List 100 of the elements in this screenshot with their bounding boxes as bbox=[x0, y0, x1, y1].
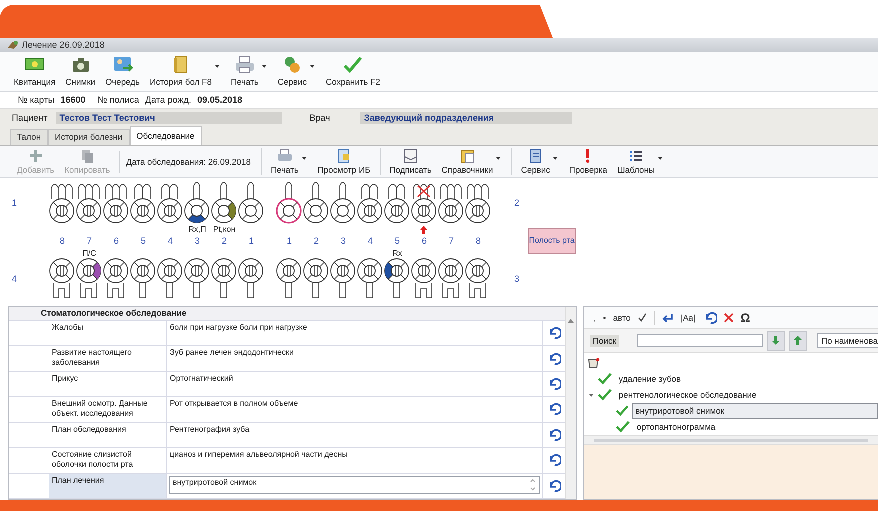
tooth-label: Pt,кон bbox=[213, 224, 236, 234]
arrow-up-icon bbox=[794, 336, 802, 345]
patient-name: Тестов Тест Тестович bbox=[56, 112, 282, 124]
tooth-number: 7 bbox=[448, 236, 455, 246]
caret-icon[interactable] bbox=[552, 156, 560, 161]
field-label: Развитие настоящего заболевания bbox=[49, 346, 167, 371]
tree-item[interactable]: удаление зубов bbox=[614, 371, 686, 387]
tooth-drawing[interactable] bbox=[49, 258, 75, 300]
enter-icon[interactable] bbox=[662, 312, 674, 322]
tooth-number: 1 bbox=[286, 236, 293, 246]
insert-button[interactable]: , bbox=[594, 312, 596, 322]
toolbar-button[interactable]: Подписать bbox=[380, 148, 437, 175]
tab[interactable]: Талон bbox=[10, 129, 48, 145]
tooth-drawing[interactable] bbox=[103, 258, 129, 300]
caret-icon[interactable] bbox=[214, 64, 221, 69]
tooth-number: 6 bbox=[112, 236, 120, 246]
toolbar-button[interactable]: Шаблоны bbox=[612, 148, 670, 175]
spin-icon bbox=[530, 478, 536, 492]
tab[interactable]: История болезни bbox=[48, 129, 130, 145]
tooth-number: 1 bbox=[248, 236, 255, 246]
tooth-drawing[interactable] bbox=[130, 258, 156, 300]
tooth-number: 2 bbox=[220, 236, 228, 246]
toolbar-button[interactable]: Сервис bbox=[274, 55, 320, 87]
close-icon[interactable] bbox=[724, 312, 734, 322]
toolbar-button[interactable]: История бол F8 bbox=[146, 55, 225, 87]
tooth-number: 5 bbox=[140, 236, 147, 246]
field-label: Прикус bbox=[49, 372, 167, 396]
tree-item[interactable]: внутриротовой снимок bbox=[632, 403, 878, 419]
tooth-drawing[interactable] bbox=[276, 258, 302, 300]
field-label: Состояние слизистой оболочки полости рта bbox=[49, 448, 167, 473]
caret-icon[interactable] bbox=[260, 64, 268, 69]
field-label: Дата рожд. bbox=[145, 95, 192, 105]
field-label: План лечения bbox=[49, 474, 167, 498]
caret-icon[interactable] bbox=[657, 156, 664, 161]
field-value: боли при нагрузке боли при нагрузке bbox=[167, 321, 543, 346]
toolbar-button[interactable]: Квитанция bbox=[10, 55, 60, 87]
tooth-number: 8 bbox=[58, 236, 66, 246]
search-field[interactable] bbox=[637, 334, 764, 347]
tooth-drawing[interactable] bbox=[411, 182, 437, 234]
down-button[interactable] bbox=[767, 330, 786, 350]
tooth-label: Rx,П bbox=[188, 224, 206, 234]
field-label: Жалобы bbox=[49, 321, 167, 346]
tooth-drawing[interactable] bbox=[157, 258, 183, 300]
toolbar-button[interactable]: Просмотр ИБ bbox=[312, 148, 376, 175]
doctor-label: Врач bbox=[310, 113, 330, 123]
caret-icon[interactable] bbox=[300, 156, 308, 161]
tree-item[interactable]: рентгенологическое обследование bbox=[614, 387, 761, 403]
tooth-label: П/С bbox=[82, 248, 96, 258]
quadrant-label: 1 bbox=[12, 198, 18, 208]
up-button[interactable] bbox=[789, 330, 808, 350]
toolbar-button[interactable]: Сервис bbox=[511, 148, 564, 175]
section-title: Стоматологическое обследование bbox=[9, 307, 565, 321]
exclamation-icon bbox=[585, 149, 592, 163]
insert-button[interactable]: Ω bbox=[740, 310, 750, 324]
tooth-drawing[interactable] bbox=[411, 258, 437, 300]
tree-item[interactable]: ортопантонограмма bbox=[632, 419, 720, 435]
check-icon bbox=[342, 55, 364, 75]
sort-dropdown[interactable]: По наименова bbox=[817, 333, 878, 348]
input-field[interactable]: внутриротовой снимок bbox=[169, 476, 540, 494]
insert-button[interactable]: авто bbox=[613, 312, 631, 322]
tab[interactable]: Обследование bbox=[130, 126, 202, 145]
check-icon[interactable] bbox=[638, 313, 647, 322]
quadrant-label: 4 bbox=[12, 274, 18, 284]
toolbar-button[interactable]: Печать bbox=[260, 148, 313, 175]
field-value: 09.05.2018 bbox=[197, 95, 243, 105]
toolbar-button[interactable]: Проверка bbox=[564, 148, 612, 175]
toolbar-button[interactable]: Очередь bbox=[102, 55, 144, 87]
caret-icon[interactable] bbox=[588, 392, 595, 398]
exam-date: Дата обследования: 26.09.2018 bbox=[119, 150, 257, 172]
tooth-drawing[interactable] bbox=[465, 258, 491, 300]
tooth-drawing[interactable] bbox=[303, 258, 329, 300]
tooth-drawing[interactable] bbox=[438, 258, 464, 300]
tooth-number: 2 bbox=[312, 236, 320, 246]
tooth-number: 6 bbox=[420, 236, 428, 246]
field-value: Рот открывается в полном объеме bbox=[167, 397, 543, 422]
arrow-down-icon bbox=[772, 336, 780, 345]
tooth-drawing[interactable] bbox=[211, 258, 237, 300]
tooth-number: 7 bbox=[86, 236, 93, 246]
toolbar-button[interactable]: Сохранить F2 bbox=[322, 55, 384, 87]
toolbar-button[interactable]: Печать bbox=[226, 55, 272, 87]
tooth-drawing[interactable] bbox=[76, 258, 102, 300]
caret-icon[interactable] bbox=[495, 156, 502, 161]
insert-button[interactable]: |Aa| bbox=[680, 312, 696, 322]
tooth-drawing[interactable] bbox=[357, 258, 383, 300]
caret-icon[interactable] bbox=[308, 64, 316, 69]
toolbar-button[interactable]: Снимки bbox=[62, 55, 100, 87]
tooth-drawing[interactable] bbox=[184, 258, 210, 300]
field-label: Внешний осмотр. Данные объект. исследования bbox=[49, 397, 167, 422]
oral-cavity-button[interactable]: Полость рта bbox=[528, 228, 576, 254]
tooth-drawing[interactable] bbox=[238, 258, 264, 300]
tooth-number: 5 bbox=[394, 236, 401, 246]
tooth-number: 3 bbox=[340, 236, 347, 246]
tooth-drawing[interactable] bbox=[384, 258, 410, 300]
tooth-number: 3 bbox=[194, 236, 201, 246]
tooth-number: 8 bbox=[474, 236, 482, 246]
insert-button[interactable]: • bbox=[603, 312, 606, 322]
printer-icon bbox=[234, 55, 256, 75]
tooth-drawing[interactable] bbox=[330, 258, 356, 300]
search-label: Поиск bbox=[590, 334, 620, 346]
toolbar-button[interactable]: Справочники bbox=[436, 148, 508, 175]
